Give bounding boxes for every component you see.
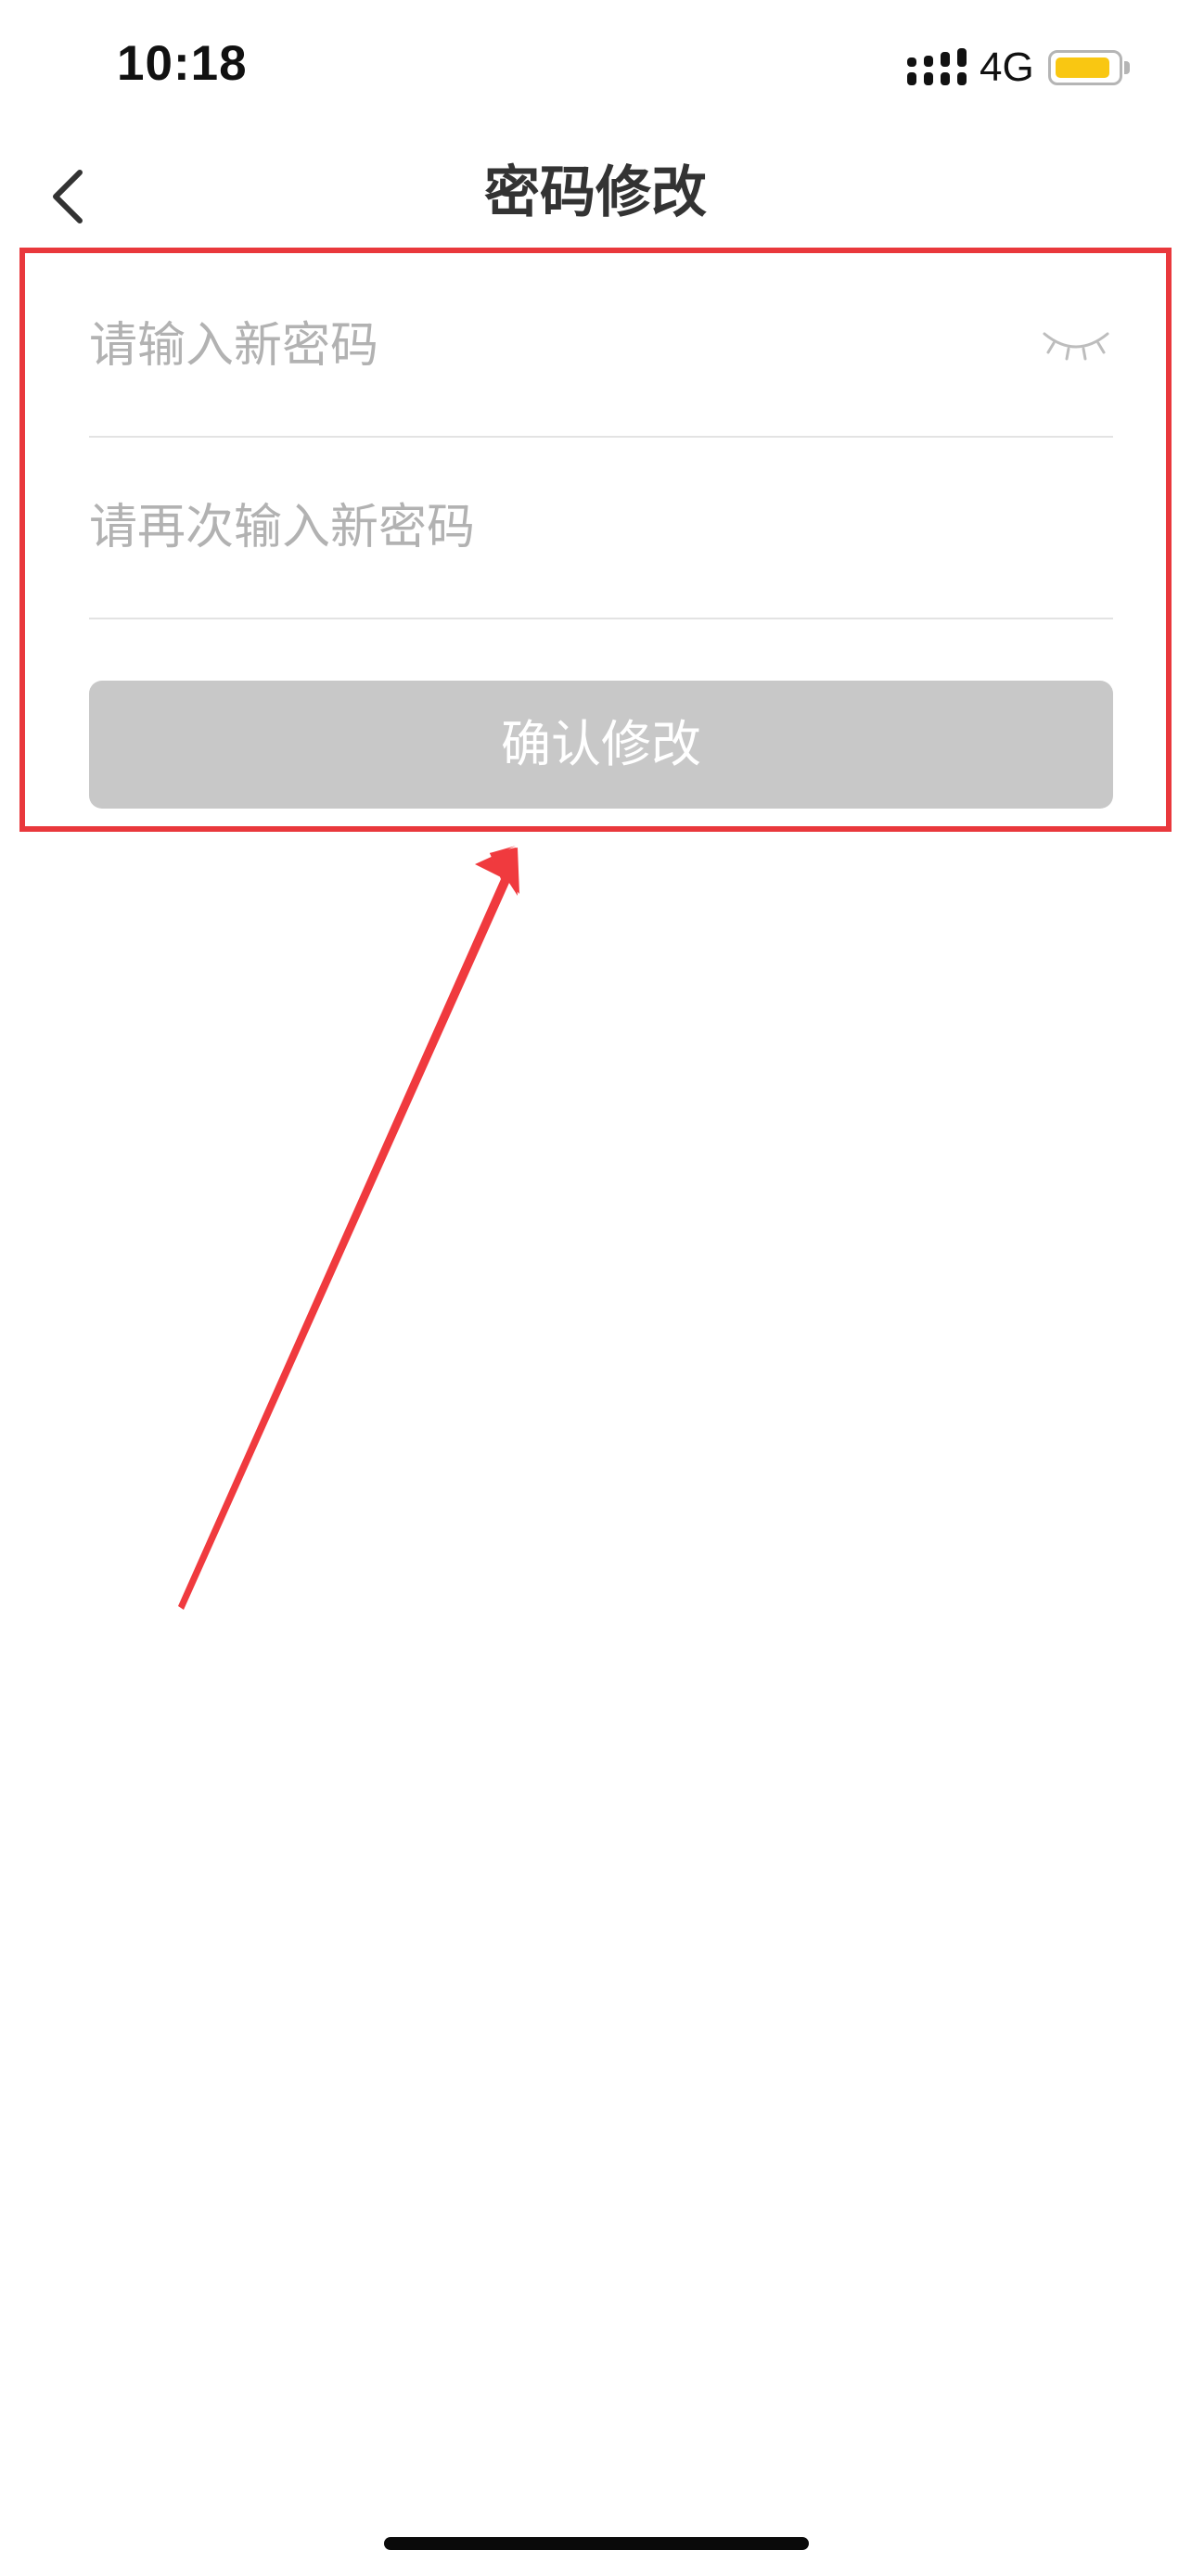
status-time: 10:18 (117, 36, 248, 91)
home-indicator[interactable] (384, 2537, 809, 2550)
annotation-highlight-box (19, 248, 1172, 832)
network-type-label: 4G (980, 45, 1034, 90)
signal-strength-icon (907, 48, 967, 85)
battery-tip (1124, 61, 1130, 74)
page-title: 密码修改 (484, 160, 707, 225)
battery-icon (1048, 50, 1122, 85)
battery-level-fill (1056, 57, 1109, 78)
